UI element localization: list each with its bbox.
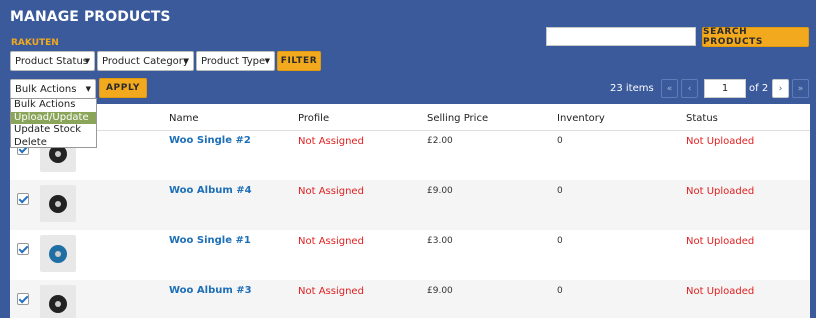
product-type-select[interactable]: Product Type ▼	[196, 51, 275, 71]
column-header-price[interactable]: Selling Price	[427, 113, 488, 124]
selling-price: £3.00	[427, 236, 453, 246]
chevron-down-icon: ▼	[85, 85, 91, 93]
bulk-actions-select[interactable]: Bulk Actions ▼	[10, 79, 96, 99]
page-number-input[interactable]: 1	[704, 79, 746, 98]
product-status-select[interactable]: Product Status ▼	[10, 51, 95, 71]
selling-price: £9.00	[427, 186, 453, 196]
upload-status: Not Uploaded	[686, 186, 755, 197]
apply-button[interactable]: APPLY	[99, 78, 147, 98]
inventory-count: 0	[557, 286, 563, 296]
upload-status: Not Uploaded	[686, 286, 755, 297]
filter-button[interactable]: FILTER	[277, 51, 321, 71]
column-header-status[interactable]: Status	[686, 113, 718, 124]
product-name-link[interactable]: Woo Album #4	[169, 185, 252, 196]
disc-icon	[49, 194, 67, 213]
column-header-name[interactable]: Name	[169, 113, 199, 124]
product-category-label: Product Category	[102, 55, 189, 67]
table-header: Name Profile Selling Price Inventory Sta…	[10, 104, 810, 131]
disc-icon	[49, 294, 67, 313]
column-header-profile[interactable]: Profile	[298, 113, 329, 124]
disc-icon	[49, 244, 67, 263]
page-total: of 2	[749, 83, 769, 94]
row-checkbox[interactable]	[17, 193, 29, 205]
profile-status: Not Assigned	[298, 286, 364, 297]
table-row: Woo Album #3 Not Assigned £9.00 0 Not Up…	[10, 280, 810, 318]
bulk-actions-label: Bulk Actions	[15, 83, 77, 95]
manage-products-panel: MANAGE PRODUCTS RAKUTEN SEARCH PRODUCTS …	[0, 0, 816, 318]
upload-status: Not Uploaded	[686, 236, 755, 247]
prev-page-button[interactable]: ‹	[681, 79, 698, 98]
column-header-inventory[interactable]: Inventory	[557, 113, 605, 124]
product-name-link[interactable]: Woo Single #2	[169, 135, 251, 146]
product-status-label: Product Status	[15, 55, 89, 67]
product-name-link[interactable]: Woo Single #1	[169, 235, 251, 246]
upload-status: Not Uploaded	[686, 136, 755, 147]
product-type-label: Product Type	[201, 55, 266, 67]
product-thumbnail	[40, 235, 76, 272]
product-name-link[interactable]: Woo Album #3	[169, 285, 252, 296]
items-count: 23 items	[610, 83, 654, 94]
chevron-down-icon: ▼	[264, 57, 270, 65]
product-thumbnail	[40, 185, 76, 222]
bulk-option[interactable]: Delete	[11, 137, 96, 150]
marketplace-subtitle: RAKUTEN	[11, 38, 59, 48]
next-page-button[interactable]: ›	[772, 79, 789, 98]
last-page-button[interactable]: »	[792, 79, 809, 98]
chevron-down-icon: ▼	[84, 57, 90, 65]
profile-status: Not Assigned	[298, 136, 364, 147]
products-table: Name Profile Selling Price Inventory Sta…	[10, 104, 810, 318]
search-products-button[interactable]: SEARCH PRODUCTS	[702, 27, 809, 47]
product-thumbnail	[40, 285, 76, 318]
table-row: Woo Single #2 Not Assigned £2.00 0 Not U…	[10, 130, 810, 180]
inventory-count: 0	[557, 236, 563, 246]
page-title: MANAGE PRODUCTS	[10, 9, 171, 25]
table-row: Woo Album #4 Not Assigned £9.00 0 Not Up…	[10, 180, 810, 230]
first-page-button[interactable]: «	[661, 79, 678, 98]
inventory-count: 0	[557, 136, 563, 146]
profile-status: Not Assigned	[298, 236, 364, 247]
row-checkbox[interactable]	[17, 243, 29, 255]
inventory-count: 0	[557, 186, 563, 196]
product-category-select[interactable]: Product Category ▼	[97, 51, 194, 71]
selling-price: £2.00	[427, 136, 453, 146]
search-input[interactable]	[546, 27, 696, 46]
profile-status: Not Assigned	[298, 186, 364, 197]
bulk-option[interactable]: Bulk Actions	[11, 99, 96, 112]
chevron-down-icon: ▼	[183, 57, 189, 65]
row-checkbox[interactable]	[17, 293, 29, 305]
selling-price: £9.00	[427, 286, 453, 296]
bulk-option[interactable]: Update Stock	[11, 124, 96, 137]
bulk-option-highlighted[interactable]: Upload/Update	[11, 111, 96, 124]
table-row: Woo Single #1 Not Assigned £3.00 0 Not U…	[10, 230, 810, 280]
bulk-actions-dropdown: Bulk Actions Upload/Update Update Stock …	[10, 98, 97, 148]
